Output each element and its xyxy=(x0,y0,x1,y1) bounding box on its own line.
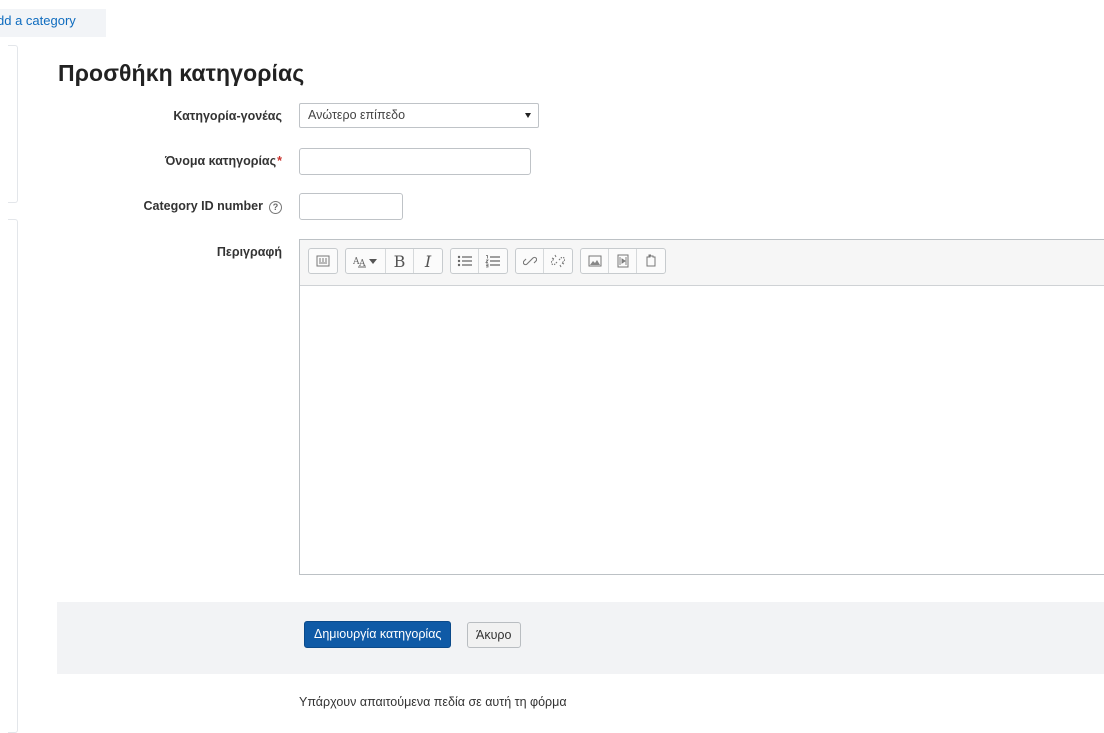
page-title: Προσθήκη κατηγορίας xyxy=(58,60,305,86)
description-label: Περιγραφή xyxy=(216,245,282,259)
description-textarea[interactable] xyxy=(300,286,1104,574)
side-block-bottom xyxy=(8,219,18,733)
category-idnumber-label-text: Category ID number xyxy=(143,199,263,213)
cancel-button[interactable]: Άκυρο xyxy=(467,622,521,648)
toolbar-group-lists xyxy=(450,248,508,274)
breadcrumb-add-category[interactable]: dd a category xyxy=(0,9,106,37)
help-icon[interactable]: ? xyxy=(269,201,282,214)
ordered-list-icon[interactable] xyxy=(479,249,507,273)
category-name-label: Όνομα κατηγορίας* xyxy=(165,154,282,168)
unlink-icon[interactable] xyxy=(544,249,572,273)
toolbar-group-formatting: AA B I xyxy=(345,248,443,274)
description-editor: AA B I xyxy=(299,239,1104,575)
image-icon[interactable] xyxy=(581,249,609,273)
link-icon[interactable] xyxy=(516,249,544,273)
parent-category-label: Κατηγορία-γονέας xyxy=(173,109,282,123)
toolbar-group-links xyxy=(515,248,573,274)
parent-category-select[interactable]: Ανώτερο επίπεδο xyxy=(299,103,539,128)
category-idnumber-label: Category ID number? xyxy=(144,199,282,214)
side-block-top xyxy=(8,45,18,203)
create-category-button[interactable]: Δημιουργία κατηγορίας xyxy=(304,621,452,648)
category-name-input[interactable] xyxy=(299,148,531,175)
bold-icon[interactable]: B xyxy=(386,249,414,273)
toolbar-toggle-icon[interactable] xyxy=(309,249,337,273)
required-asterisk-icon: * xyxy=(277,154,282,168)
dropdown-arrow-icon xyxy=(525,113,531,118)
category-idnumber-input[interactable] xyxy=(299,193,403,220)
manage-files-icon[interactable] xyxy=(637,249,665,273)
media-icon[interactable] xyxy=(609,249,637,273)
italic-icon[interactable]: I xyxy=(414,249,442,273)
text-style-icon[interactable]: AA xyxy=(346,249,386,273)
editor-toolbar: AA B I xyxy=(300,240,1104,286)
category-name-label-text: Όνομα κατηγορίας xyxy=(164,154,277,168)
unordered-list-icon[interactable] xyxy=(451,249,479,273)
parent-category-value: Ανώτερο επίπεδο xyxy=(308,108,406,122)
toolbar-group-media xyxy=(580,248,666,274)
required-fields-note: Υπάρχουν απαιτούμενα πεδία σε αυτή τη φό… xyxy=(299,695,567,709)
form-actions: Δημιουργία κατηγορίας Άκυρο xyxy=(57,602,1104,674)
toolbar-group-toggle xyxy=(308,248,338,274)
